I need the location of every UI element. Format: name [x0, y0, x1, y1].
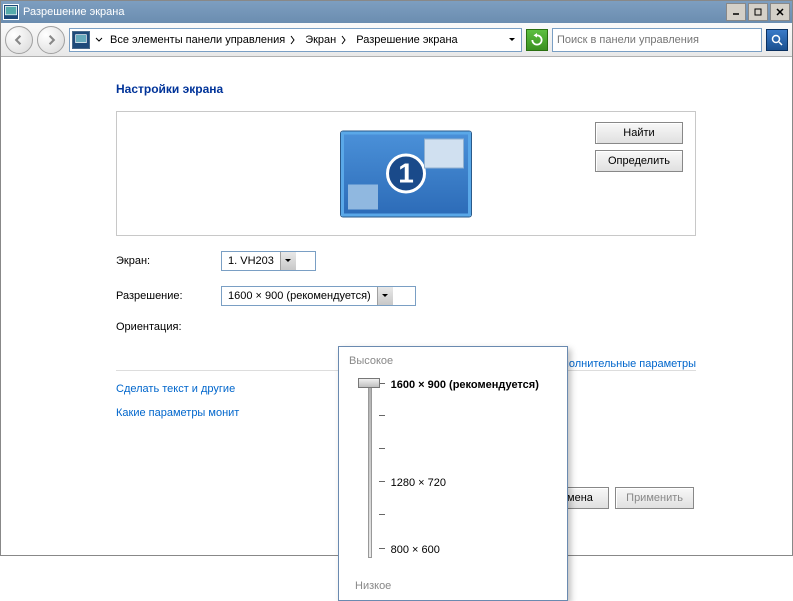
- content-area: Настройки экрана 1 Найти Определить Экра…: [1, 57, 792, 555]
- address-history-dropdown[interactable]: [505, 31, 519, 49]
- chevron-right-icon[interactable]: [287, 31, 299, 49]
- chevron-right-icon[interactable]: [338, 31, 350, 49]
- advanced-settings-link[interactable]: Дополнительные параметры: [549, 358, 696, 370]
- apply-button[interactable]: Применить: [615, 487, 694, 509]
- window-title: Разрешение экрана: [23, 6, 726, 18]
- titlebar: Разрешение экрана: [1, 1, 792, 23]
- page-heading: Настройки экрана: [116, 82, 792, 96]
- window-preview-icon: [424, 138, 464, 168]
- breadcrumb-item[interactable]: Разрешение экрана: [354, 34, 459, 46]
- display-configuration-box: 1 Найти Определить: [116, 111, 696, 236]
- low-label: Низкое: [355, 580, 391, 592]
- close-button[interactable]: [770, 3, 790, 21]
- orientation-label: Ориентация:: [116, 321, 221, 333]
- breadcrumb-item[interactable]: Экран: [303, 31, 352, 49]
- monitor-number: 1: [386, 154, 426, 194]
- resolution-combo[interactable]: 1600 × 900 (рекомендуется): [221, 286, 416, 306]
- resolution-dropdown-panel: Высокое 1600 × 900 (рекомендуется) 1280 …: [338, 346, 568, 601]
- resolution-option[interactable]: 1600 × 900 (рекомендуется): [391, 379, 539, 391]
- text-size-link[interactable]: Сделать текст и другие: [116, 383, 235, 395]
- monitor-preview[interactable]: 1: [341, 131, 471, 216]
- app-icon: [3, 4, 19, 20]
- resolution-option[interactable]: 800 × 600: [391, 544, 440, 556]
- breadcrumb-label: Разрешение экрана: [356, 34, 457, 46]
- search-button[interactable]: [766, 29, 788, 51]
- resolution-row: Разрешение: 1600 × 900 (рекомендуется): [116, 286, 792, 306]
- address-bar[interactable]: Все элементы панели управления Экран Раз…: [69, 28, 522, 52]
- find-button[interactable]: Найти: [595, 122, 683, 144]
- search-input[interactable]: [557, 34, 757, 46]
- maximize-button[interactable]: [748, 3, 768, 21]
- minimize-button[interactable]: [726, 3, 746, 21]
- back-button[interactable]: [5, 26, 33, 54]
- breadcrumb-label: Все элементы панели управления: [110, 34, 285, 46]
- resolution-value: 1600 × 900 (рекомендуется): [222, 290, 377, 302]
- search-box[interactable]: [552, 28, 762, 52]
- taskbar-preview-icon: [348, 184, 378, 209]
- breadcrumb-item[interactable]: Все элементы панели управления: [108, 31, 301, 49]
- control-panel-icon: [72, 31, 90, 49]
- monitor-params-link[interactable]: Какие параметры монит: [116, 407, 239, 419]
- forward-button[interactable]: [37, 26, 65, 54]
- dropdown-arrow-icon[interactable]: [280, 252, 296, 270]
- window: Разрешение экрана Все элементы панели уп…: [0, 0, 793, 556]
- high-label: Высокое: [349, 355, 557, 367]
- resolution-option[interactable]: 1280 × 720: [391, 477, 446, 489]
- screen-combo[interactable]: 1. VH203: [221, 251, 316, 271]
- breadcrumb-label: Экран: [305, 34, 336, 46]
- orientation-row: Ориентация:: [116, 321, 792, 333]
- screen-label: Экран:: [116, 255, 221, 267]
- slider-thumb[interactable]: [358, 378, 380, 388]
- resolution-label: Разрешение:: [116, 290, 221, 302]
- screen-row: Экран: 1. VH203: [116, 251, 792, 271]
- dropdown-arrow-icon[interactable]: [377, 287, 393, 305]
- address-dropdown-icon[interactable]: [92, 31, 106, 49]
- refresh-button[interactable]: [526, 29, 548, 51]
- slider-options-list: 1600 × 900 (рекомендуется) 1280 × 720 80…: [391, 383, 557, 558]
- navigation-bar: Все элементы панели управления Экран Раз…: [1, 23, 792, 57]
- resolution-slider[interactable]: [361, 383, 379, 558]
- screen-value: 1. VH203: [222, 255, 280, 267]
- identify-button[interactable]: Определить: [595, 150, 683, 172]
